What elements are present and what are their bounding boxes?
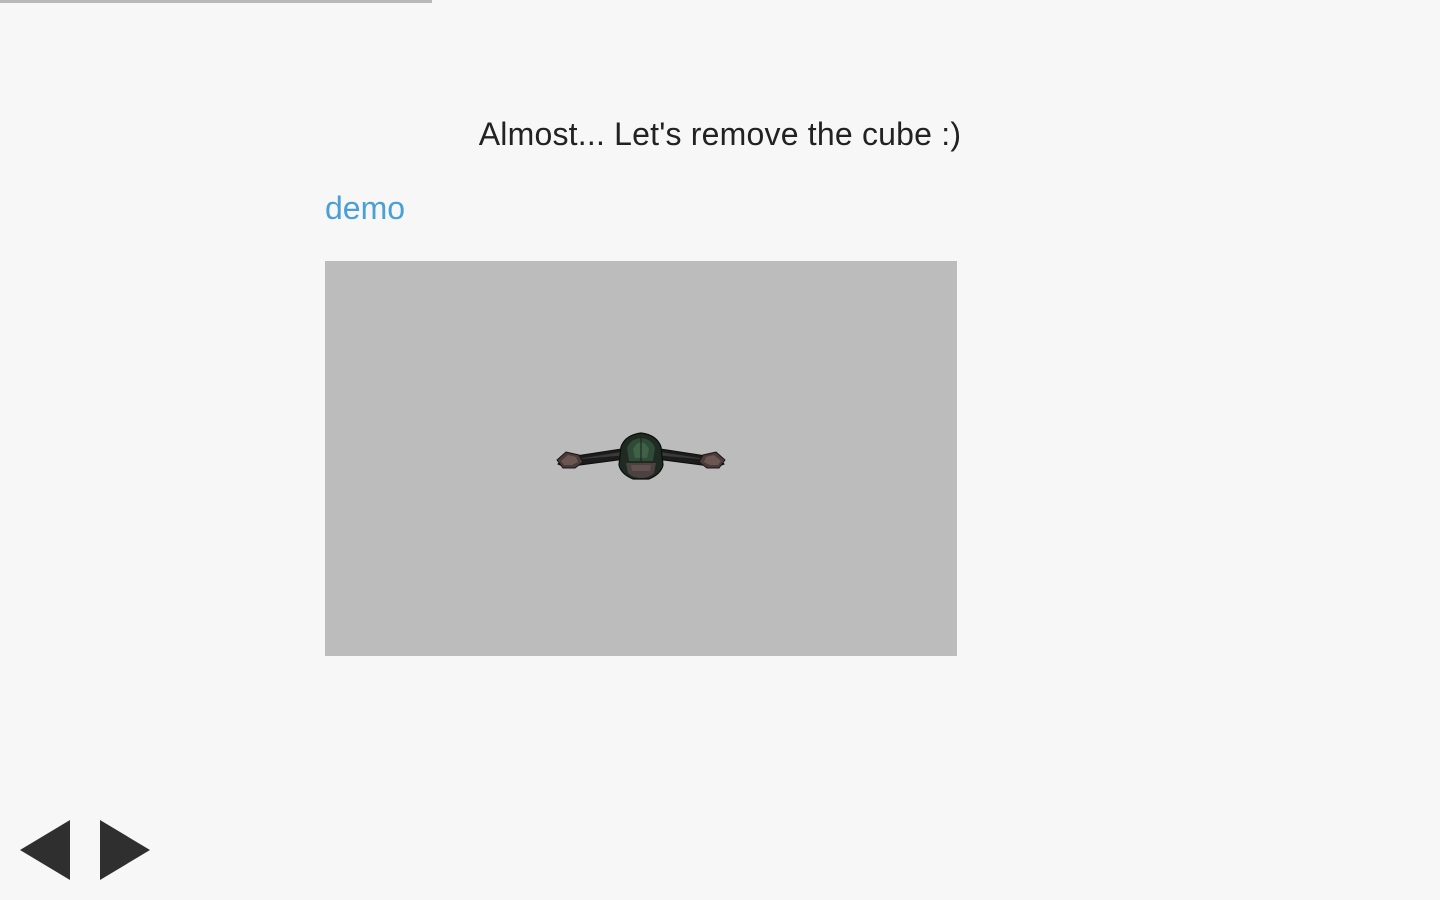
previous-slide-button[interactable] xyxy=(20,820,70,880)
webgl-canvas[interactable] xyxy=(325,261,957,656)
spaceship-model xyxy=(556,432,726,480)
slide-title: Almost... Let's remove the cube :) xyxy=(478,116,962,152)
progress-bar xyxy=(0,0,1440,3)
next-slide-button[interactable] xyxy=(100,820,150,880)
progress-bar-fill xyxy=(0,0,432,3)
slide-page: Almost... Let's remove the cube :) demo xyxy=(0,0,1440,900)
demo-link[interactable]: demo xyxy=(325,188,405,228)
